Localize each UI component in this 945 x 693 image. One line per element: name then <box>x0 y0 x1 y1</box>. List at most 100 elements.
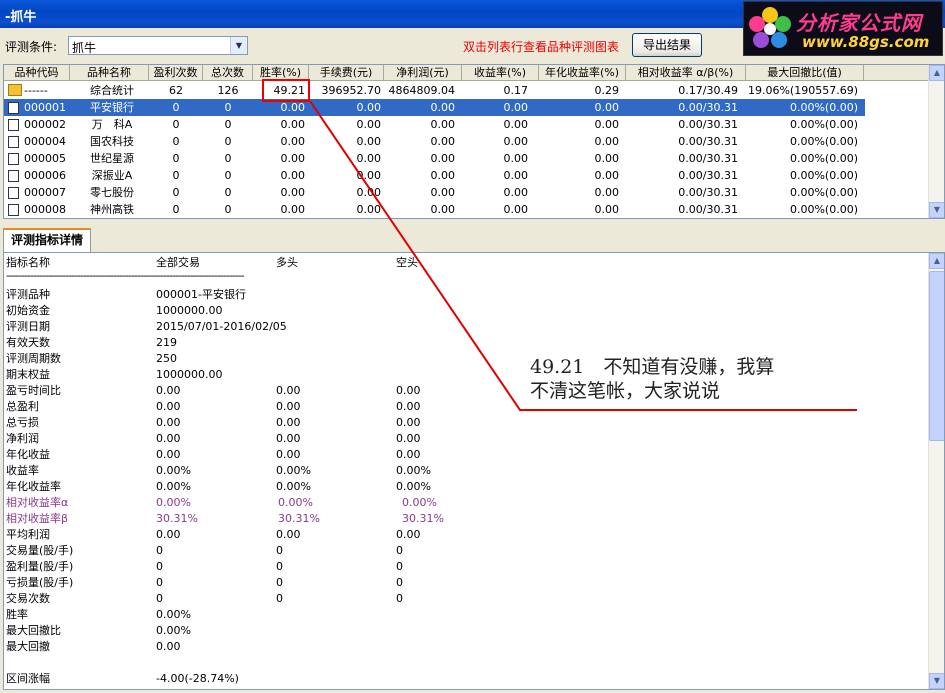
table-row[interactable]: 000001 平安银行 0 0 0.00 0.00 0.00 0.00 0.00 0.00/30.… <box>4 99 865 116</box>
cell-profit: 0.00 <box>430 118 456 131</box>
column-header[interactable]: 相对收益率 α/β(%) <box>626 65 746 81</box>
detail-value: 0 <box>276 576 283 589</box>
cell-ret: 0.17 <box>503 84 529 97</box>
cell-annual: 0.00 <box>594 101 620 114</box>
cell-fee: 0.00 <box>356 152 382 165</box>
scroll-thumb[interactable] <box>929 271 944 441</box>
table-row[interactable]: 000005 世纪星源 0 0 0.00 0.00 0.00 0.00 0.00 0.00/30.… <box>4 150 865 167</box>
cell-code: 000005 <box>24 152 66 165</box>
scroll-up-icon[interactable]: ▲ <box>929 65 944 81</box>
cell-drawdown: 0.00%(0.00) <box>789 169 858 182</box>
detail-panel[interactable]: 指标名称 全部交易 多头 空头 ----------------------------… <box>3 252 945 690</box>
detail-label: 净利润 <box>6 432 39 445</box>
cell-code: 000004 <box>24 135 66 148</box>
detail-scrollbar[interactable]: ▲ ▼ <box>928 253 944 689</box>
document-icon <box>8 119 19 131</box>
hint-text: 双击列表行查看品种评测图表 <box>463 40 620 54</box>
cell-drawdown: 0.00%(0.00) <box>789 203 858 216</box>
table-row[interactable]: 000006 深振业A 0 0 0.00 0.00 0.00 0.00 0.00 0.00/30.… <box>4 167 865 184</box>
cell-profit: 0.00 <box>430 101 456 114</box>
cell-drawdown: 0.00%(0.00) <box>789 118 858 131</box>
cell-drawdown: 0.00%(0.00) <box>789 135 858 148</box>
cell-win: 0 <box>172 101 180 114</box>
detail-value: 0 <box>156 560 163 573</box>
detail-label: 评测日期 <box>6 320 50 333</box>
condition-select[interactable]: 抓牛 ▼ <box>68 36 248 55</box>
column-header[interactable]: 最大回撤比(值) <box>746 65 864 81</box>
scroll-down-icon[interactable]: ▼ <box>929 673 944 689</box>
result-grid[interactable]: 品种代码 品种名称 盈利次数 总次数 胜率(%) 手续费(元) 净利润(元) 收益率(%) 年化… <box>3 64 945 219</box>
table-row[interactable]: 000007 零七股份 0 0 0.00 0.00 0.00 0.00 0.00 0.00/30.… <box>4 184 865 201</box>
detail-value: 1000000.00 <box>156 368 223 381</box>
cell-rate: 0.00 <box>280 169 306 182</box>
detail-value: 30.31% <box>402 512 444 525</box>
scroll-up-icon[interactable]: ▲ <box>929 253 944 269</box>
detail-value: 0 <box>156 592 163 605</box>
cell-name: 神州高铁 <box>90 203 134 216</box>
cell-annual: 0.00 <box>594 152 620 165</box>
table-row[interactable]: ------ 综合统计 62 126 49.21 396952.70 4864809.04 0… <box>4 82 865 99</box>
detail-label: 区间涨幅 <box>6 672 50 685</box>
detail-label: 评测周期数 <box>6 352 61 365</box>
condition-label: 评测条件: <box>5 40 58 54</box>
table-row[interactable]: 000002 万 科A 0 0 0.00 0.00 0.00 0.00 0.00 0.00/30.… <box>4 116 865 133</box>
cell-total: 0 <box>224 186 232 199</box>
grid-scrollbar[interactable]: ▲ ▼ <box>928 65 944 218</box>
detail-value: 0.00% <box>276 480 311 493</box>
detail-label: 盈亏时间比 <box>6 384 61 397</box>
cell-code: 000001 <box>24 101 66 114</box>
cell-total: 0 <box>224 152 232 165</box>
column-header[interactable]: 总次数 <box>203 65 253 81</box>
column-header[interactable]: 盈利次数 <box>149 65 203 81</box>
column-header[interactable]: 净利润(元) <box>384 65 462 81</box>
cell-rate: 0.00 <box>280 135 306 148</box>
column-header[interactable]: 手续费(元) <box>309 65 384 81</box>
document-icon <box>8 170 19 182</box>
detail-value: 0 <box>396 544 403 557</box>
cell-total: 126 <box>217 84 239 97</box>
detail-label: 亏损量(股/手) <box>6 576 74 589</box>
detail-value: 0.00% <box>156 464 191 477</box>
detail-label: 年化收益 <box>6 448 50 461</box>
detail-value: 0 <box>276 560 283 573</box>
cell-relative: 0.00/30.31 <box>678 118 738 131</box>
cell-total: 0 <box>224 203 232 216</box>
detail-label: 年化收益率 <box>6 480 61 493</box>
column-header[interactable]: 品种名称 <box>70 65 149 81</box>
cell-code: 000008 <box>24 203 66 216</box>
cell-fee: 396952.70 <box>321 84 382 97</box>
detail-value: 30.31% <box>278 512 320 525</box>
detail-label: 相对收益率α <box>6 496 69 509</box>
detail-value: 0.00% <box>402 496 437 509</box>
cell-rate: 0.00 <box>280 118 306 131</box>
detail-value: 0.00 <box>156 400 181 413</box>
cell-name: 万 科A <box>91 118 133 131</box>
cell-drawdown: 0.00%(0.00) <box>789 101 858 114</box>
detail-value: 0.00% <box>156 496 191 509</box>
detail-value: 0 <box>396 592 403 605</box>
cell-annual: 0.29 <box>594 84 620 97</box>
cell-fee: 0.00 <box>356 101 382 114</box>
cell-rate: 0.00 <box>280 152 306 165</box>
column-header[interactable]: 品种代码 <box>4 65 70 81</box>
cell-relative: 0.00/30.31 <box>678 203 738 216</box>
column-header[interactable]: 年化收益率(%) <box>539 65 626 81</box>
document-icon <box>8 136 19 148</box>
detail-value: 0.00 <box>156 432 181 445</box>
detail-label: 交易量(股/手) <box>6 544 74 557</box>
detail-value: 0 <box>276 592 283 605</box>
export-button[interactable]: 导出结果 <box>632 33 702 57</box>
column-header[interactable]: 收益率(%) <box>462 65 539 81</box>
table-row[interactable]: 000004 国农科技 0 0 0.00 0.00 0.00 0.00 0.00 0.00/30.… <box>4 133 865 150</box>
detail-value: 0.00 <box>156 528 181 541</box>
cell-rate: 0.00 <box>280 186 306 199</box>
detail-value: 0 <box>156 576 163 589</box>
chevron-down-icon[interactable]: ▼ <box>230 37 247 54</box>
grid-header: 品种代码 品种名称 盈利次数 总次数 胜率(%) 手续费(元) 净利润(元) 收益率(%) 年化… <box>4 65 929 81</box>
cell-fee: 0.00 <box>356 135 382 148</box>
tab-detail[interactable]: 评测指标详情 <box>3 228 91 252</box>
scroll-down-icon[interactable]: ▼ <box>929 202 944 218</box>
annotation-line-1: 49.21 不知道有没赚，我算 <box>530 356 775 378</box>
detail-separator: ----------------------------------------… <box>6 269 245 282</box>
table-row[interactable]: 000008 神州高铁 0 0 0.00 0.00 0.00 0.00 0.00 0.00/30.… <box>4 201 865 218</box>
